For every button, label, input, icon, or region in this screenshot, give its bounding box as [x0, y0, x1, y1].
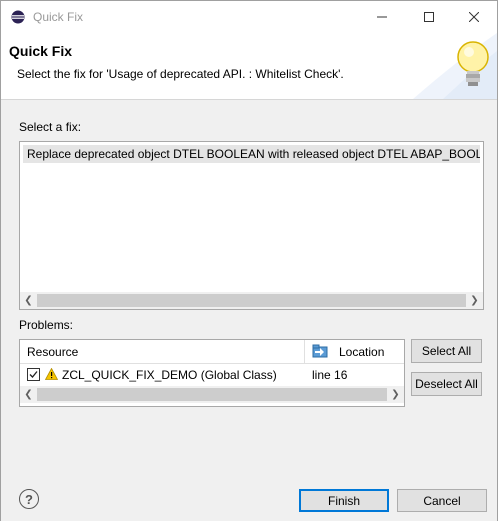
problems-label: Problems: [19, 318, 74, 332]
minimize-button[interactable] [359, 1, 405, 33]
lightbulb-icon [457, 41, 489, 86]
window-title: Quick Fix [33, 10, 84, 24]
deselect-all-button[interactable]: Deselect All [411, 372, 482, 396]
select-fix-label: Select a fix: [19, 120, 82, 134]
problems-table[interactable]: Resource Location ZCL_QUICK_FIX_DEMO (Gl… [19, 339, 405, 407]
quick-fix-dialog: Quick Fix Quick Fix Select the fix for '… [0, 0, 498, 522]
dialog-title: Quick Fix [9, 43, 73, 59]
title-bar[interactable]: Quick Fix [1, 1, 497, 33]
minimize-icon [377, 16, 387, 18]
location-header-label: Location [339, 345, 385, 359]
eclipse-icon [11, 10, 25, 24]
warning-icon [45, 368, 58, 380]
problems-scrollbar[interactable]: ❮ ❯ [20, 386, 404, 403]
problem-checkbox[interactable] [27, 368, 40, 381]
select-all-button[interactable]: Select All [411, 339, 482, 363]
column-header-resource[interactable]: Resource [20, 340, 305, 364]
scroll-left-icon[interactable]: ❮ [20, 292, 37, 309]
scroll-right-icon[interactable]: ❯ [387, 386, 404, 403]
background-window [0, 521, 498, 528]
help-icon[interactable]: ? [19, 489, 39, 509]
maximize-icon [424, 12, 434, 22]
close-icon [469, 12, 479, 22]
problem-location: line 16 [312, 368, 348, 382]
fix-list-scrollbar[interactable]: ❮ ❯ [20, 292, 483, 309]
problem-resource: ZCL_QUICK_FIX_DEMO (Global Class) [62, 368, 277, 382]
fix-list[interactable]: Replace deprecated object DTEL BOOLEAN w… [19, 141, 484, 310]
location-icon [312, 344, 328, 358]
cancel-button[interactable]: Cancel [397, 489, 487, 512]
close-button[interactable] [451, 1, 497, 33]
maximize-button[interactable] [406, 1, 452, 33]
column-header-location[interactable]: Location [305, 340, 404, 364]
scrollbar-thumb[interactable] [37, 294, 466, 307]
fix-list-item[interactable]: Replace deprecated object DTEL BOOLEAN w… [23, 145, 480, 163]
dialog-message: Select the fix for 'Usage of deprecated … [17, 67, 344, 81]
checkmark-icon [29, 371, 38, 378]
finish-button[interactable]: Finish [299, 489, 389, 512]
table-row[interactable]: ZCL_QUICK_FIX_DEMO (Global Class) line 1… [20, 365, 404, 385]
dialog-header: Quick Fix Select the fix for 'Usage of d… [1, 33, 497, 100]
scrollbar-thumb[interactable] [37, 388, 387, 401]
scroll-right-icon[interactable]: ❯ [466, 292, 483, 309]
scroll-left-icon[interactable]: ❮ [20, 386, 37, 403]
